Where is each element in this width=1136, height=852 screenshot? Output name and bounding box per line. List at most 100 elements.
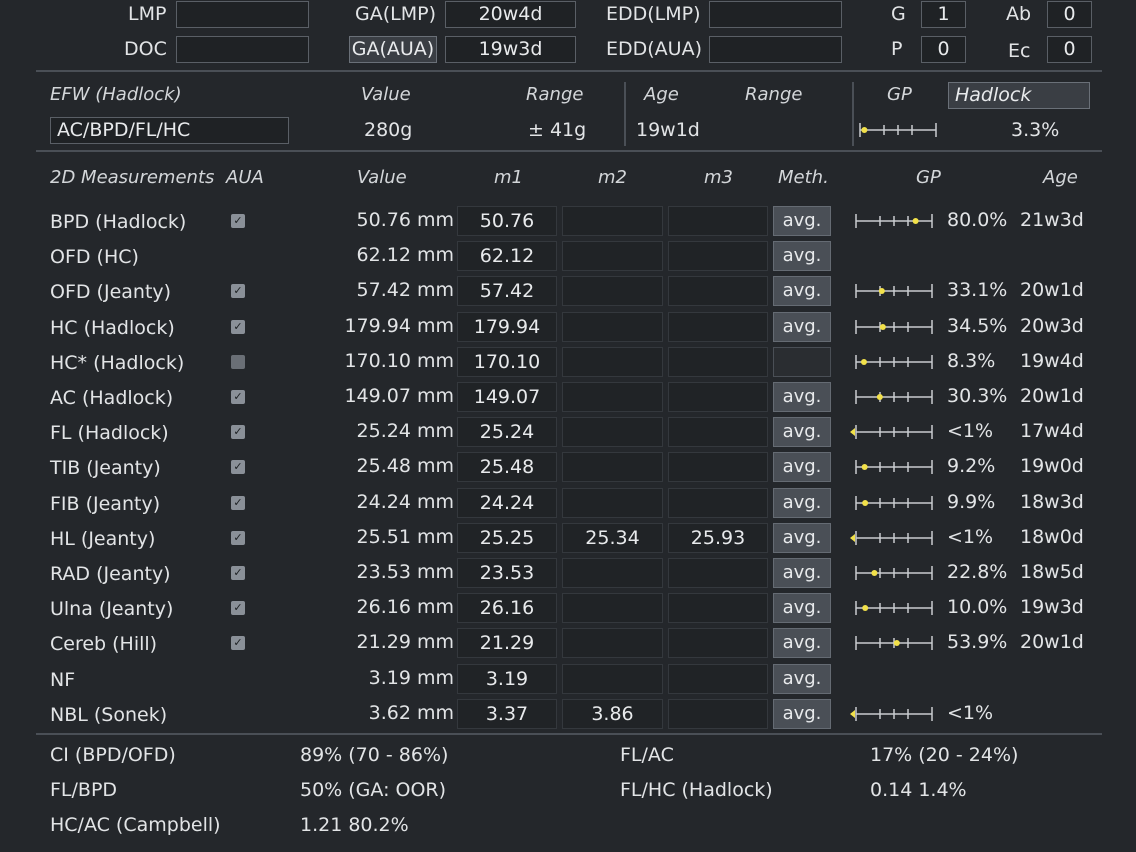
m2-cell[interactable] [562,417,663,447]
m1-cell[interactable]: 21.29 [457,628,557,658]
m2-cell[interactable] [562,558,663,588]
m2-cell[interactable] [562,382,663,412]
m2-cell[interactable] [562,206,663,236]
m2-cell[interactable] [562,347,663,377]
method-button[interactable]: avg. [773,699,831,729]
m1-cell[interactable]: 3.19 [457,664,557,694]
method-button[interactable]: avg. [773,488,831,518]
gp-method-select[interactable]: Hadlock [948,82,1090,109]
method-button[interactable]: avg. [773,628,831,658]
m3-cell[interactable]: 25.93 [668,523,768,553]
efw-range-header: Range [526,84,584,105]
m1-cell[interactable]: 25.25 [457,523,557,553]
measurement-name: BPD (Hadlock) [50,211,187,233]
m2-cell[interactable] [562,593,663,623]
ec-field[interactable]: 0 [1047,36,1092,63]
aua-checkbox[interactable]: ✓ [231,320,245,334]
m2-cell[interactable] [562,488,663,518]
m2-cell[interactable] [562,276,663,306]
m2-cell[interactable]: 25.34 [562,523,663,553]
method-button[interactable]: avg. [773,523,831,553]
age-value: 19w3d [1020,596,1084,618]
measurement-name: HC (Hadlock) [50,317,175,339]
m1-cell[interactable]: 26.16 [457,593,557,623]
efw-value: 280g [364,119,413,141]
m2-cell[interactable] [562,664,663,694]
m2-cell[interactable] [562,312,663,342]
method-button[interactable] [773,347,831,377]
m2-cell[interactable] [562,241,663,271]
m3-cell[interactable] [668,206,768,236]
m1-cell[interactable]: 25.48 [457,452,557,482]
aua-checkbox[interactable]: ✓ [231,601,245,615]
m1-cell[interactable]: 25.24 [457,417,557,447]
m3-cell[interactable] [668,417,768,447]
m1-cell[interactable]: 3.37 [457,699,557,729]
efw-formula-select[interactable]: AC/BPD/FL/HC [50,117,289,144]
m3-cell[interactable] [668,558,768,588]
m1-cell[interactable]: 23.53 [457,558,557,588]
m1-cell[interactable]: 50.76 [457,206,557,236]
aua-checkbox[interactable]: ✓ [231,390,245,404]
edd-lmp-field[interactable] [709,1,842,28]
ga-aua-button[interactable]: GA(AUA) [349,36,437,63]
method-button[interactable]: avg. [773,558,831,588]
method-button[interactable]: avg. [773,382,831,412]
m2-cell[interactable]: 3.86 [562,699,663,729]
method-button[interactable]: avg. [773,206,831,236]
m3-cell[interactable] [668,593,768,623]
aua-checkbox[interactable] [231,355,245,369]
method-button[interactable]: avg. [773,312,831,342]
aua-checkbox[interactable]: ✓ [231,284,245,298]
aua-checkbox[interactable]: ✓ [231,214,245,228]
measurement-name: AC (Hadlock) [50,387,174,409]
ab-field[interactable]: 0 [1047,1,1092,28]
aua-checkbox[interactable]: ✓ [231,425,245,439]
m1-cell[interactable]: 179.94 [457,312,557,342]
method-button[interactable]: avg. [773,276,831,306]
m3-cell[interactable] [668,488,768,518]
ga-aua-field[interactable]: 19w3d [445,36,576,63]
method-button[interactable]: avg. [773,664,831,694]
m3-cell[interactable] [668,347,768,377]
m2-cell[interactable] [562,628,663,658]
method-button[interactable]: avg. [773,452,831,482]
measurement-value: 149.07 mm [344,385,454,407]
method-button[interactable]: avg. [773,593,831,623]
p-field[interactable]: 0 [921,36,966,63]
m3-cell[interactable] [668,276,768,306]
aua-checkbox[interactable]: ✓ [231,531,245,545]
m2-cell[interactable] [562,452,663,482]
m1-cell[interactable]: 170.10 [457,347,557,377]
gp-graph-icon [855,214,933,228]
gp-value: 53.9% [947,631,1008,653]
edd-aua-field[interactable] [709,36,842,63]
lmp-field[interactable] [176,1,309,28]
m3-cell[interactable] [668,312,768,342]
aua-checkbox[interactable]: ✓ [231,566,245,580]
ga-lmp-field[interactable]: 20w4d [445,1,576,28]
g-field[interactable]: 1 [921,1,966,28]
measurement-value: 179.94 mm [344,315,454,337]
m3-cell[interactable] [668,452,768,482]
doc-field[interactable] [176,36,309,63]
measurement-value: 62.12 mm [356,244,454,266]
method-button[interactable]: avg. [773,241,831,271]
m3-cell[interactable] [668,628,768,658]
m3-cell[interactable] [668,664,768,694]
m3-cell[interactable] [668,382,768,412]
m1-cell[interactable]: 57.42 [457,276,557,306]
method-button[interactable]: avg. [773,417,831,447]
m3-cell[interactable] [668,699,768,729]
measurements-divider [36,733,1102,735]
aua-checkbox[interactable]: ✓ [231,460,245,474]
gp-marker [861,464,868,470]
m1-cell[interactable]: 24.24 [457,488,557,518]
aua-checkbox[interactable]: ✓ [231,636,245,650]
m1-cell[interactable]: 62.12 [457,241,557,271]
aua-checkbox[interactable]: ✓ [231,496,245,510]
m3-cell[interactable] [668,241,768,271]
m1-cell[interactable]: 149.07 [457,382,557,412]
ab-label: Ab [1006,3,1032,25]
gp-graph-icon [855,284,933,298]
